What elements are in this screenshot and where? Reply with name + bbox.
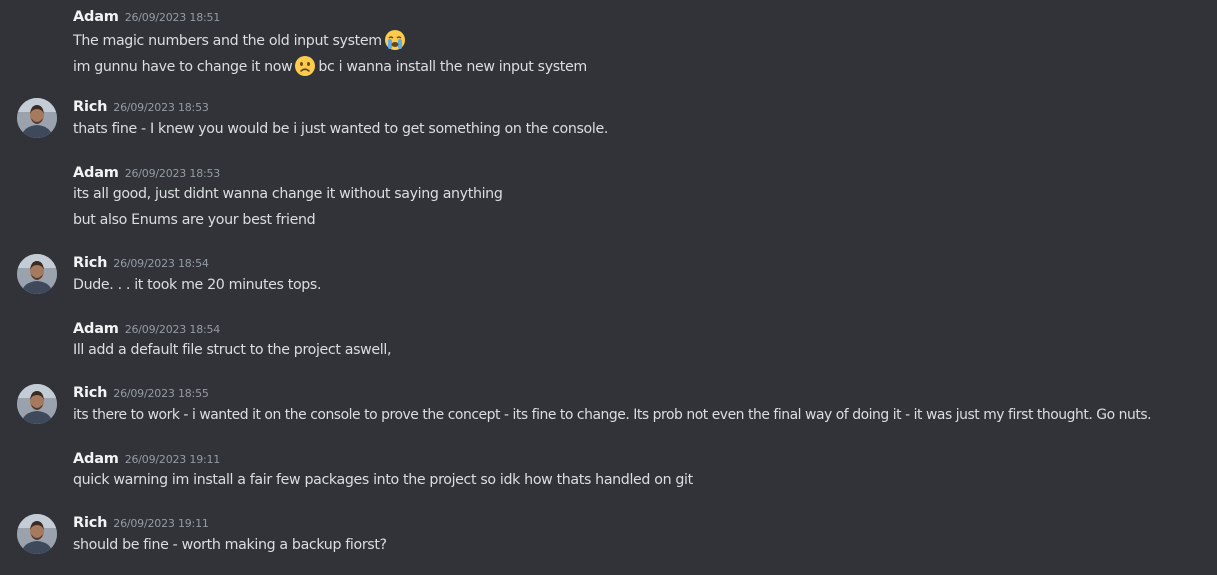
author-name[interactable]: Adam [73,9,119,25]
message-header: Adam 26/09/2023 19:11 [73,449,220,469]
author-name[interactable]: Rich [73,255,107,271]
message-line: but also Enums are your best friend [73,212,316,228]
message-header: Adam 26/09/2023 18:53 [73,163,220,183]
author-name[interactable]: Adam [73,321,119,337]
avatar[interactable] [17,98,57,138]
timestamp: 26/09/2023 18:53 [124,167,221,180]
avatar[interactable] [17,254,57,294]
message-line: thats fine - I knew you would be i just … [73,121,608,137]
author-name[interactable]: Adam [73,451,119,467]
author-name[interactable]: Adam [73,165,119,181]
timestamp: 26/09/2023 18:54 [124,323,221,336]
timestamp: 26/09/2023 19:11 [113,517,209,530]
message-line: im gunnu have to change it now bc i wann… [73,55,587,77]
message-header: Rich 26/09/2023 18:53 [73,97,209,117]
message-line: Dude. . . it took me 20 minutes tops. [73,277,322,293]
author-name[interactable]: Rich [73,515,107,531]
avatar-image [17,98,57,138]
timestamp: 26/09/2023 18:51 [124,11,221,24]
avatar-image [17,384,57,424]
avatar[interactable] [17,384,57,424]
author-name[interactable]: Rich [73,99,107,115]
frowning-emoji-icon [294,55,316,77]
message-text-after: bc i wanna install the new input system [318,59,587,75]
message-line: Ill add a default file struct to the pro… [73,342,392,358]
message-header: Adam 26/09/2023 18:51 [73,7,220,27]
message-text: The magic numbers and the old input syst… [73,33,382,49]
author-name[interactable]: Rich [73,385,107,401]
message-line: The magic numbers and the old input syst… [73,29,408,51]
message-line: should be fine - worth making a backup f… [73,537,387,553]
timestamp: 26/09/2023 18:53 [113,101,209,114]
timestamp: 26/09/2023 19:11 [124,453,221,466]
avatar[interactable] [17,514,57,554]
sob-emoji-icon [384,29,406,51]
message-header: Rich 26/09/2023 18:55 [73,383,209,403]
timestamp: 26/09/2023 18:55 [113,387,209,400]
avatar-image [17,254,57,294]
avatar-image [17,514,57,554]
message-text: im gunnu have to change it now [73,59,293,75]
message-line: its all good, just didnt wanna change it… [73,186,503,202]
message-line: its there to work - i wanted it on the c… [73,407,1152,423]
message-header: Rich 26/09/2023 18:54 [73,253,209,273]
message-line: quick warning im install a fair few pack… [73,472,693,488]
message-header: Adam 26/09/2023 18:54 [73,319,220,339]
timestamp: 26/09/2023 18:54 [113,257,209,270]
message-header: Rich 26/09/2023 19:11 [73,513,209,533]
message-list: Adam 26/09/2023 18:51 The magic numbers a… [0,0,1217,575]
